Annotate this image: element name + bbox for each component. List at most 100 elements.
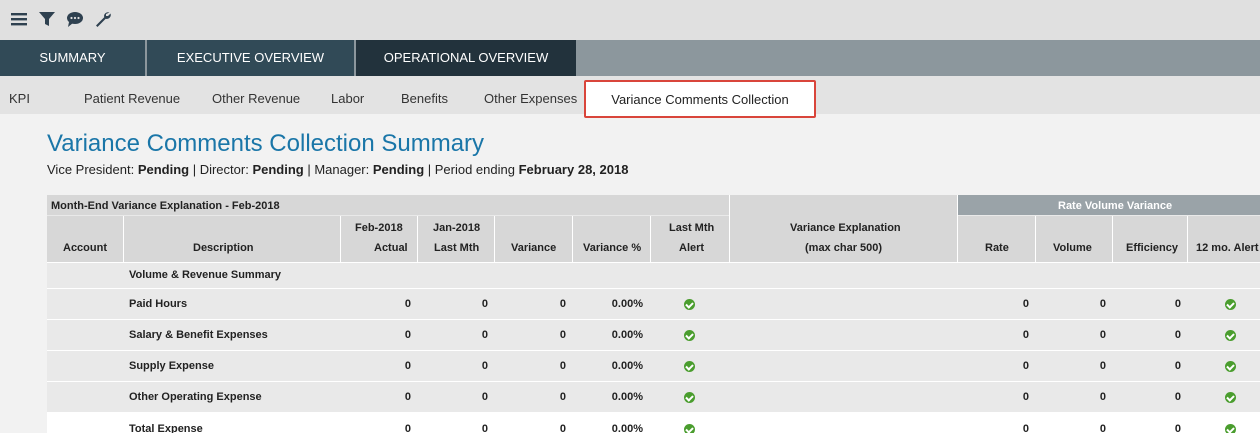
header-divider — [123, 216, 124, 262]
cell-actual: 0 — [404, 298, 411, 310]
row-description: Total Expense — [129, 423, 203, 433]
row-divider — [47, 262, 1260, 263]
cell-efficiency: 0 — [1174, 298, 1181, 310]
check-circle-icon — [1225, 299, 1236, 310]
approval-status-line: Vice President: Pending | Director: Pend… — [47, 162, 628, 177]
rate-volume-column-header — [958, 216, 1260, 262]
header-account: Account — [63, 242, 107, 254]
header-feb-2018: Feb-2018 — [355, 222, 403, 234]
check-circle-icon — [684, 361, 695, 372]
row-divider — [47, 381, 1260, 382]
vp-label: Vice President: — [47, 162, 138, 177]
cell-efficiency: 0 — [1174, 329, 1181, 341]
table-caption: Month-End Variance Explanation - Feb-201… — [51, 200, 280, 212]
header-divider — [650, 216, 651, 262]
subtab-variance-comments-collection[interactable]: Variance Comments Collection — [584, 80, 816, 118]
subtab-labor[interactable]: Labor — [331, 76, 364, 114]
header-last-mth: Last Mth — [434, 242, 480, 254]
header-divider — [1035, 216, 1036, 262]
header-jan-2018: Jan-2018 — [433, 222, 481, 234]
cell-rate: 0 — [1022, 360, 1029, 372]
check-circle-icon — [1225, 392, 1236, 403]
header-divider — [957, 195, 958, 262]
header-variance: Variance — [511, 242, 557, 254]
cell-variance: 0 — [559, 298, 566, 310]
cell-last-mth: 0 — [481, 329, 488, 341]
page-title: Variance Comments Collection Summary — [47, 130, 485, 157]
cell-variance: 0 — [559, 391, 566, 403]
header-efficiency: Efficiency — [1126, 242, 1178, 254]
subtab-patient-revenue[interactable]: Patient Revenue — [84, 76, 180, 114]
cell-variance: 0 — [559, 329, 566, 341]
cell-efficiency: 0 — [1174, 423, 1181, 433]
check-circle-icon — [1225, 424, 1236, 433]
cell-volume: 0 — [1099, 391, 1106, 403]
cell-volume: 0 — [1099, 423, 1106, 433]
header-rate: Rate — [985, 242, 1009, 254]
cell-actual: 0 — [404, 360, 411, 372]
check-circle-icon — [684, 424, 695, 433]
top-toolbar — [0, 0, 1260, 40]
subtab-other-revenue[interactable]: Other Revenue — [212, 76, 300, 114]
check-circle-icon — [684, 392, 695, 403]
cell-actual: 0 — [404, 423, 411, 433]
header-divider — [494, 216, 495, 262]
variance-table: Month-End Variance Explanation - Feb-201… — [47, 195, 1260, 433]
header-last-mth-alert-1: Last Mth — [669, 222, 715, 234]
manager-status: Pending — [372, 162, 425, 177]
vp-status: Pending — [137, 162, 190, 177]
cell-last-mth: 0 — [481, 298, 488, 310]
row-description: Paid Hours — [129, 298, 188, 310]
header-divider — [729, 195, 730, 262]
cell-last-mth: 0 — [481, 423, 488, 433]
cell-efficiency: 0 — [1174, 391, 1181, 403]
header-divider — [1187, 216, 1188, 262]
cell-variance-pct: 0.00% — [611, 360, 643, 372]
filter-icon[interactable] — [38, 10, 56, 28]
check-circle-icon — [1225, 361, 1236, 372]
row-description: Other Operating Expense — [129, 391, 262, 403]
header-variance-explanation: Variance Explanation — [790, 222, 901, 234]
check-circle-icon — [1225, 330, 1236, 341]
cell-variance-pct: 0.00% — [611, 298, 643, 310]
check-circle-icon — [684, 330, 695, 341]
cell-last-mth: 0 — [481, 360, 488, 372]
header-alert: Alert — [679, 242, 705, 254]
row-divider — [47, 288, 1260, 289]
director-status: Pending — [252, 162, 304, 177]
cell-variance: 0 — [559, 360, 566, 372]
subtab-kpi[interactable]: KPI — [9, 76, 30, 114]
menu-icon[interactable] — [10, 10, 28, 28]
header-12mo-alert: 12 mo. Alert — [1196, 242, 1259, 254]
cell-rate: 0 — [1022, 329, 1029, 341]
header-actual: Actual — [374, 242, 408, 254]
tab-operational-overview[interactable]: OPERATIONAL OVERVIEW — [356, 40, 576, 76]
tab-summary[interactable]: SUMMARY — [0, 40, 145, 76]
subtab-other-expenses[interactable]: Other Expenses — [484, 76, 577, 114]
tab-executive-overview[interactable]: EXECUTIVE OVERVIEW — [147, 40, 354, 76]
comment-icon[interactable] — [66, 10, 84, 28]
header-divider — [572, 216, 573, 262]
cell-variance-pct: 0.00% — [611, 391, 643, 403]
cell-rate: 0 — [1022, 423, 1029, 433]
row-description: Salary & Benefit Expenses — [129, 329, 268, 341]
cell-volume: 0 — [1099, 298, 1106, 310]
director-label: | Director: — [189, 162, 253, 177]
header-description: Description — [193, 242, 254, 254]
cell-last-mth: 0 — [481, 391, 488, 403]
header-volume: Volume — [1053, 242, 1092, 254]
cell-volume: 0 — [1099, 329, 1106, 341]
cell-rate: 0 — [1022, 298, 1029, 310]
rate-volume-group-title: Rate Volume Variance — [1058, 200, 1173, 212]
check-circle-icon — [684, 299, 695, 310]
header-max-char: (max char 500) — [805, 242, 883, 254]
cell-variance-pct: 0.00% — [611, 423, 643, 433]
wrench-icon[interactable] — [94, 10, 112, 28]
cell-variance-pct: 0.00% — [611, 329, 643, 341]
period-ending: February 28, 2018 — [518, 162, 629, 177]
cell-volume: 0 — [1099, 360, 1106, 372]
row-divider — [47, 350, 1260, 351]
subtab-benefits[interactable]: Benefits — [401, 76, 448, 114]
header-divider — [340, 216, 341, 262]
cell-actual: 0 — [404, 391, 411, 403]
